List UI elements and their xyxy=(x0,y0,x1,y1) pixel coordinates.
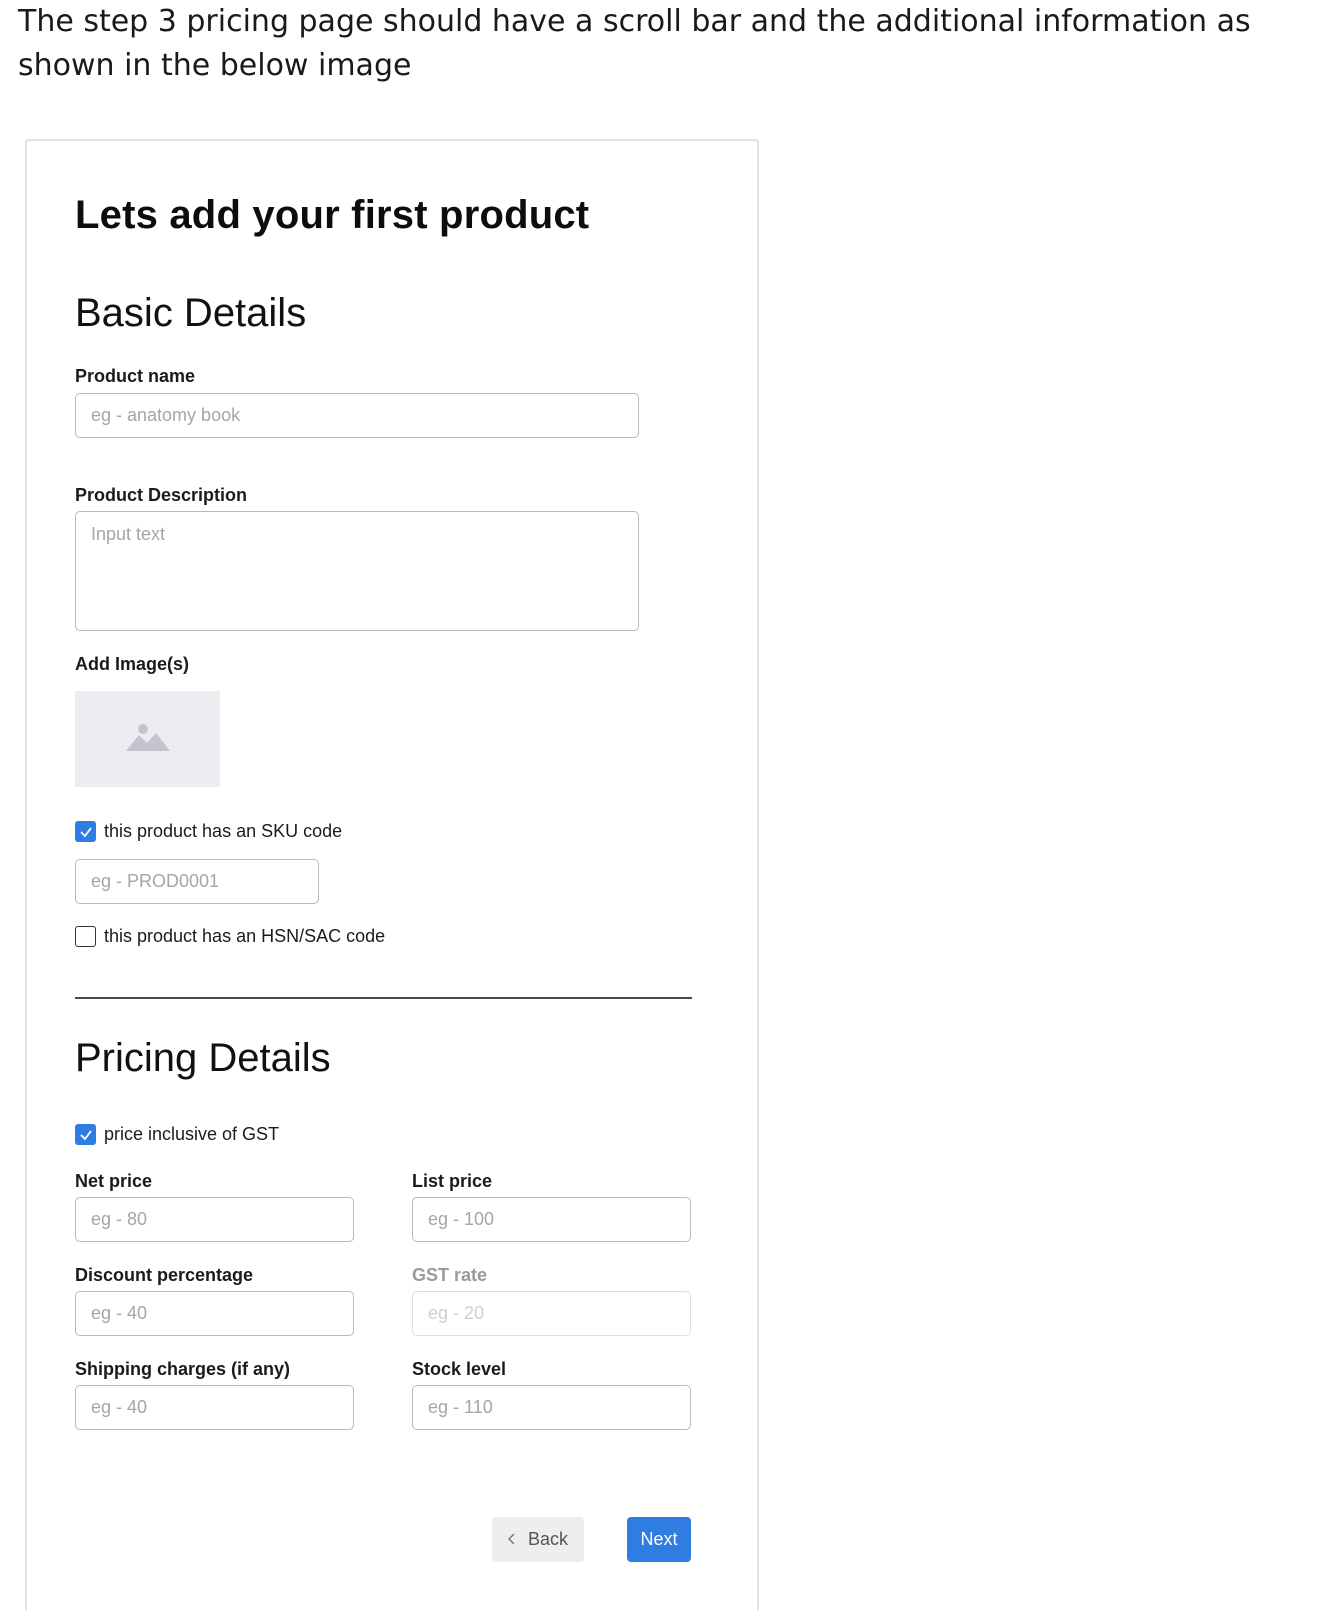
chevron-left-icon xyxy=(507,1529,516,1550)
net-price-input[interactable]: eg - 80 xyxy=(75,1197,354,1242)
section-divider xyxy=(75,997,692,999)
shipping-charges-label: Shipping charges (if any) xyxy=(75,1359,291,1379)
gst-checkbox[interactable] xyxy=(75,1124,96,1145)
discount-percentage-label: Discount percentage xyxy=(75,1265,254,1285)
hsn-checkbox-label: this product has an HSN/SAC code xyxy=(104,926,386,946)
product-name-placeholder: eg - anatomy book xyxy=(91,405,241,425)
gst-checkbox-row[interactable]: price inclusive of GST xyxy=(75,1124,279,1145)
next-button[interactable]: Next xyxy=(627,1517,691,1562)
sku-checkbox[interactable] xyxy=(75,821,96,842)
shipping-charges-input[interactable]: eg - 40 xyxy=(75,1385,354,1430)
gst-rate-input: eg - 20 xyxy=(412,1291,691,1336)
shipping-charges-placeholder: eg - 40 xyxy=(91,1397,148,1417)
net-price-placeholder: eg - 80 xyxy=(91,1209,148,1229)
product-form-card: Lets add your first product Basic Detail… xyxy=(25,139,759,1610)
list-price-placeholder: eg - 100 xyxy=(428,1209,495,1229)
hsn-checkbox[interactable] xyxy=(75,926,96,947)
check-icon xyxy=(79,826,92,837)
next-button-label: Next xyxy=(640,1529,678,1549)
stock-level-input[interactable]: eg - 110 xyxy=(412,1385,691,1430)
basic-details-heading: Basic Details xyxy=(75,291,307,335)
back-button[interactable]: Back xyxy=(492,1517,584,1562)
list-price-input[interactable]: eg - 100 xyxy=(412,1197,691,1242)
check-icon xyxy=(79,1129,92,1140)
net-price-label: Net price xyxy=(75,1171,153,1191)
sku-code-placeholder: eg - PROD0001 xyxy=(91,871,220,891)
product-name-input[interactable]: eg - anatomy book xyxy=(75,393,639,438)
page-title: Lets add your first product xyxy=(75,193,590,237)
product-description-label: Product Description xyxy=(75,485,248,505)
gst-rate-label: GST rate xyxy=(412,1265,488,1285)
intro-text: The step 3 pricing page should have a sc… xyxy=(18,4,1251,83)
stock-level-placeholder: eg - 110 xyxy=(428,1397,493,1417)
sku-checkbox-label: this product has an SKU code xyxy=(104,821,343,841)
product-description-placeholder: Input text xyxy=(91,524,166,544)
add-image-dropzone[interactable] xyxy=(75,691,220,787)
product-name-label: Product name xyxy=(75,366,196,386)
sku-code-input[interactable]: eg - PROD0001 xyxy=(75,859,319,904)
list-price-label: List price xyxy=(412,1171,493,1191)
gst-checkbox-label: price inclusive of GST xyxy=(104,1124,280,1144)
gst-rate-placeholder: eg - 20 xyxy=(428,1303,485,1323)
pricing-details-heading: Pricing Details xyxy=(75,1036,331,1080)
stock-level-label: Stock level xyxy=(412,1359,507,1379)
sku-checkbox-row[interactable]: this product has an SKU code xyxy=(75,821,342,842)
image-icon xyxy=(125,722,171,756)
back-button-label: Back xyxy=(527,1529,569,1549)
hsn-checkbox-row[interactable]: this product has an HSN/SAC code xyxy=(75,926,385,947)
product-description-textarea[interactable]: Input text xyxy=(75,511,639,631)
add-images-label: Add Image(s) xyxy=(75,654,190,674)
discount-percentage-input[interactable]: eg - 40 xyxy=(75,1291,354,1336)
discount-percentage-placeholder: eg - 40 xyxy=(91,1303,148,1323)
